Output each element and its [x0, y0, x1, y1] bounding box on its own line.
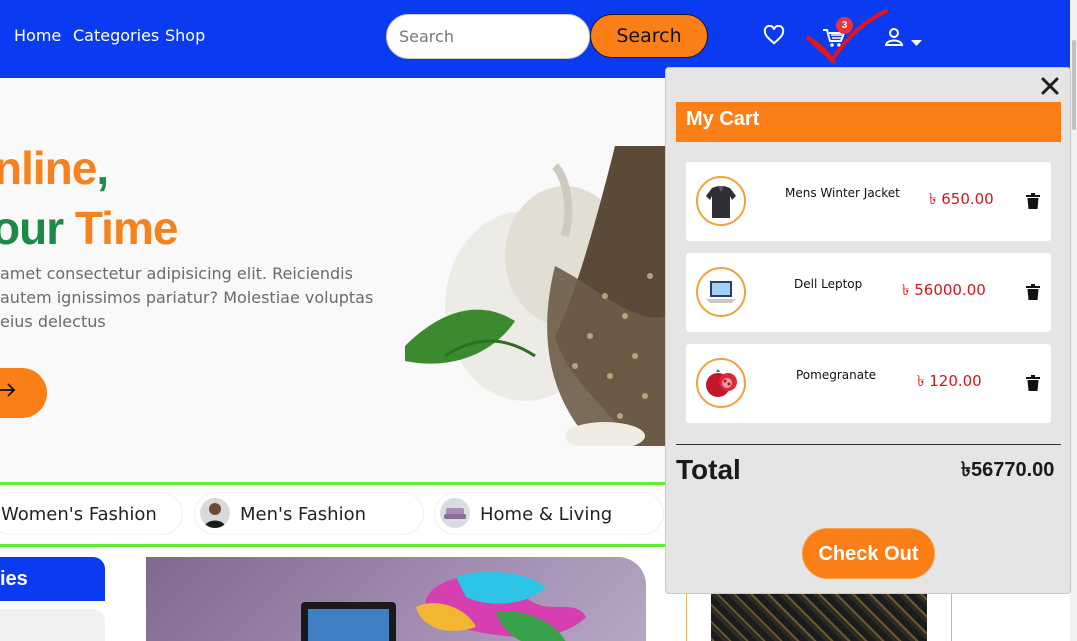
trash-icon[interactable]	[1026, 284, 1040, 305]
hero-heading-line1: nline,	[0, 141, 109, 195]
cart-item: Dell Leptop ৳ 56000.00	[686, 253, 1051, 332]
cart-item-price: ৳ 120.00	[917, 372, 982, 390]
hero-heading-comma: ,	[96, 142, 109, 194]
hero-heading-line2: our Time	[0, 201, 179, 255]
cart-item-price: ৳ 56000.00	[902, 281, 986, 299]
hero-heading-word: nline	[0, 142, 97, 194]
category-chip-mens-fashion[interactable]: Men's Fashion	[195, 493, 423, 534]
categories-panel-list	[0, 609, 105, 641]
search-button[interactable]: Search	[590, 14, 708, 58]
trash-icon[interactable]	[1026, 375, 1040, 396]
nav-home-link[interactable]: Home	[14, 26, 61, 45]
category-label: Men's Fashion	[240, 504, 366, 525]
category-chip-home-living[interactable]: Home & Living	[435, 493, 663, 534]
jacket-thumb	[696, 176, 746, 226]
category-label: Women's Fashion	[1, 504, 157, 525]
cart-dropdown: My Cart Mens Winter Jacket ৳ 650.00 Dell…	[665, 67, 1071, 594]
hero-banner: nline, our Time amet consectetur adipisi…	[0, 78, 665, 483]
promo-laptop-image	[301, 571, 586, 641]
cart-divider	[676, 444, 1061, 445]
category-label: Home & Living	[480, 504, 613, 525]
trash-icon[interactable]	[1026, 193, 1040, 214]
search-input[interactable]	[386, 14, 590, 59]
cart-item: Pomegranate ৳ 120.00	[686, 344, 1051, 423]
cart-item-name: Dell Leptop	[794, 277, 863, 291]
cart-item-name: Mens Winter Jacket	[785, 186, 900, 200]
heart-icon[interactable]	[763, 24, 785, 50]
nav-shop-link[interactable]: Shop	[165, 26, 205, 45]
promo-banner[interactable]	[146, 557, 646, 641]
hero-description: amet consectetur adipisicing elit. Reici…	[0, 264, 374, 331]
categories-panel-title: ories	[0, 557, 105, 601]
pomegranate-thumb	[696, 358, 746, 408]
cart-total-label: Total	[676, 454, 741, 485]
side-product-image	[711, 594, 927, 641]
category-strip: Women's Fashion Men's Fashion Home & Liv…	[0, 482, 665, 547]
cart-item-name: Pomegranate	[796, 368, 877, 382]
categories-panel-title-text: ories	[0, 568, 28, 590]
hero-heading-word: Time	[74, 202, 179, 254]
cart-title: My Cart	[676, 102, 1061, 142]
cart-total-value: ৳56770.00	[961, 459, 1055, 481]
hero-cta-button[interactable]	[0, 368, 47, 418]
caret-down-icon[interactable]	[911, 34, 922, 52]
nav-categories-link[interactable]: Categories	[73, 26, 159, 45]
hero-heading-word: our	[0, 202, 64, 254]
laptop-thumb	[696, 267, 746, 317]
hero-product-image	[405, 146, 665, 446]
arrow-right-icon	[0, 379, 16, 405]
cart-item-price: ৳ 650.00	[929, 190, 994, 208]
home-living-avatar	[440, 498, 470, 528]
scrollbar-thumb[interactable]	[1072, 40, 1076, 130]
cart-item: Mens Winter Jacket ৳ 650.00	[686, 162, 1051, 241]
red-checkmark-annotation	[806, 9, 888, 64]
mens-fashion-avatar	[200, 498, 230, 528]
checkout-button[interactable]: Check Out	[802, 528, 935, 579]
category-chip-womens-fashion[interactable]: Women's Fashion	[0, 493, 182, 534]
close-icon[interactable]	[1040, 74, 1060, 100]
